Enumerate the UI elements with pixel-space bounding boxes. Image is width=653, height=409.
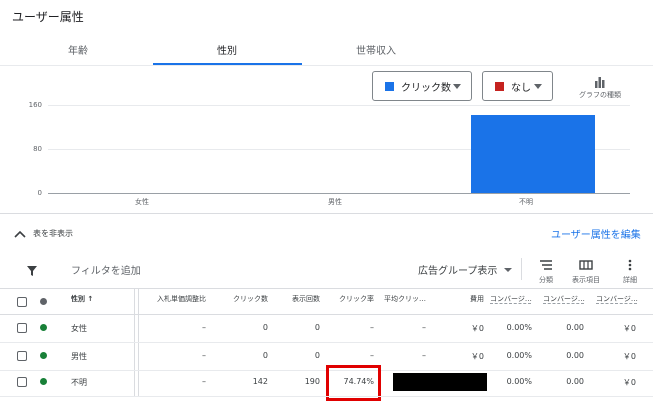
column-header-bid-adj[interactable]: 入札単価調整比 bbox=[140, 294, 206, 304]
active-tab-indicator bbox=[153, 63, 302, 65]
row-checkbox[interactable] bbox=[17, 351, 27, 361]
compare-select-label: なし bbox=[511, 82, 531, 94]
x-axis-line bbox=[48, 193, 630, 194]
details-label: 詳細 bbox=[623, 276, 637, 284]
cell-clicks: 0 bbox=[262, 323, 268, 332]
table-row[interactable]: 不明 – 142 190 74.74% 0.00% 0.00 ￥0 bbox=[0, 365, 653, 401]
status-dot bbox=[40, 324, 47, 331]
metric-color-swatch bbox=[385, 81, 394, 91]
compare-color-swatch bbox=[495, 81, 504, 91]
cell-impressions: 190 bbox=[304, 377, 320, 386]
cell-avg-cpc: – bbox=[422, 351, 426, 360]
cell-clicks: 0 bbox=[262, 351, 268, 360]
cell-avg-cpc: – bbox=[422, 323, 426, 332]
tab-age[interactable]: 年齢 bbox=[4, 42, 152, 57]
tab-gender[interactable]: 性別 bbox=[153, 42, 301, 57]
x-category-label: 女性 bbox=[135, 198, 149, 206]
table-row[interactable]: 女性 – 0 0 – – ￥0 0.00% 0.00 ￥0 bbox=[0, 315, 653, 342]
y-tick-label: 0 bbox=[37, 189, 42, 197]
x-category-label: 男性 bbox=[328, 198, 342, 206]
cell-ctr: – bbox=[370, 351, 374, 360]
tab-household-income[interactable]: 世帯収入 bbox=[302, 42, 450, 57]
hide-table-label: 表を非表示 bbox=[33, 229, 73, 238]
chevron-down-icon bbox=[534, 84, 542, 89]
section-title: ユーザー属性 bbox=[12, 10, 84, 24]
row-checkbox[interactable] bbox=[17, 377, 27, 387]
cell-bid-adj: – bbox=[202, 377, 206, 386]
chart-divider bbox=[0, 213, 653, 214]
redacted-block bbox=[393, 373, 487, 391]
columns-label: 表示項目 bbox=[572, 276, 600, 284]
compare-select[interactable]: なし bbox=[482, 71, 553, 101]
cell-bid-adj: – bbox=[202, 351, 206, 360]
y-tick-label: 160 bbox=[28, 101, 42, 109]
cell-cost-per-conv: ￥0 bbox=[622, 352, 636, 361]
column-header-conv-rate[interactable]: コンバージ… bbox=[490, 294, 536, 304]
cell-conv-rate: 0.00% bbox=[506, 351, 532, 360]
segment-icon bbox=[540, 260, 552, 270]
cell-cost: ￥0 bbox=[470, 352, 484, 361]
add-filter-input[interactable]: フィルタを追加 bbox=[71, 262, 141, 277]
gridline-160 bbox=[48, 105, 630, 106]
metric-select-label: クリック数 bbox=[401, 82, 451, 94]
edit-demographics-link[interactable]: ユーザー属性を編集 bbox=[551, 226, 641, 241]
cell-impressions: 0 bbox=[314, 323, 320, 332]
view-select-label: 広告グループ表示 bbox=[418, 266, 498, 277]
chevron-down-icon bbox=[453, 84, 461, 89]
cell-cost-per-conv: ￥0 bbox=[622, 324, 636, 333]
details-button[interactable]: 詳細 bbox=[610, 256, 650, 284]
hide-table-toggle[interactable]: 表を非表示 bbox=[14, 228, 73, 239]
filter-button[interactable] bbox=[26, 262, 38, 281]
column-header-clicks[interactable]: クリック数 bbox=[212, 294, 268, 304]
chart-type-button[interactable] bbox=[590, 74, 610, 88]
column-header-cost-per-conv[interactable]: コンバージ… bbox=[596, 294, 642, 304]
toolbar-divider bbox=[521, 258, 522, 280]
x-category-label: 不明 bbox=[519, 198, 533, 206]
bar-chart-icon bbox=[595, 77, 605, 88]
cell-clicks: 142 bbox=[252, 377, 268, 386]
column-header-conversions[interactable]: コンバージ… bbox=[543, 294, 589, 304]
column-header-avg-cpc[interactable]: 平均クリッ… bbox=[376, 294, 426, 304]
column-header-ctr[interactable]: クリック率 bbox=[322, 294, 374, 304]
metric-select[interactable]: クリック数 bbox=[372, 71, 472, 101]
cell-gender: 男性 bbox=[71, 352, 87, 361]
status-header-icon bbox=[40, 298, 47, 305]
cell-gender: 女性 bbox=[71, 324, 87, 333]
segment-label: 分類 bbox=[539, 276, 553, 284]
columns-button[interactable]: 表示項目 bbox=[566, 256, 606, 284]
cell-cost: ￥0 bbox=[470, 324, 484, 333]
cell-bid-adj: – bbox=[202, 323, 206, 332]
cell-conversions: 0.00 bbox=[566, 351, 584, 360]
chart-type-label: グラフの種類 bbox=[579, 91, 621, 99]
cell-conversions: 0.00 bbox=[566, 377, 584, 386]
row-checkbox[interactable] bbox=[17, 323, 27, 333]
column-header-impressions[interactable]: 表示回数 bbox=[272, 294, 320, 304]
status-dot bbox=[40, 378, 47, 385]
cell-ctr: 74.74% bbox=[343, 377, 374, 386]
status-dot bbox=[40, 352, 47, 359]
table-top-rule bbox=[0, 288, 653, 289]
cell-ctr: – bbox=[370, 323, 374, 332]
cell-conv-rate: 0.00% bbox=[506, 323, 532, 332]
y-tick-label: 80 bbox=[33, 145, 42, 153]
filter-icon bbox=[27, 266, 37, 276]
caret-down-icon bbox=[504, 267, 513, 272]
segment-button[interactable]: 分類 bbox=[526, 256, 566, 284]
chevron-up-icon bbox=[14, 230, 26, 238]
column-header-gender[interactable]: 性別 ↑ bbox=[71, 294, 93, 304]
columns-icon bbox=[579, 260, 593, 270]
select-all-checkbox[interactable] bbox=[17, 297, 27, 307]
cell-conversions: 0.00 bbox=[566, 323, 584, 332]
cell-impressions: 0 bbox=[314, 351, 320, 360]
cell-conv-rate: 0.00% bbox=[506, 377, 532, 386]
column-header-cost[interactable]: 費用 bbox=[430, 294, 484, 304]
cell-gender: 不明 bbox=[71, 378, 87, 387]
row-rule bbox=[0, 396, 653, 397]
view-select[interactable]: 広告グループ表示 bbox=[418, 262, 513, 277]
more-vert-icon bbox=[628, 259, 632, 271]
tabs-divider bbox=[0, 65, 653, 66]
chart-bar bbox=[471, 114, 595, 193]
cell-cost-per-conv: ￥0 bbox=[622, 378, 636, 387]
